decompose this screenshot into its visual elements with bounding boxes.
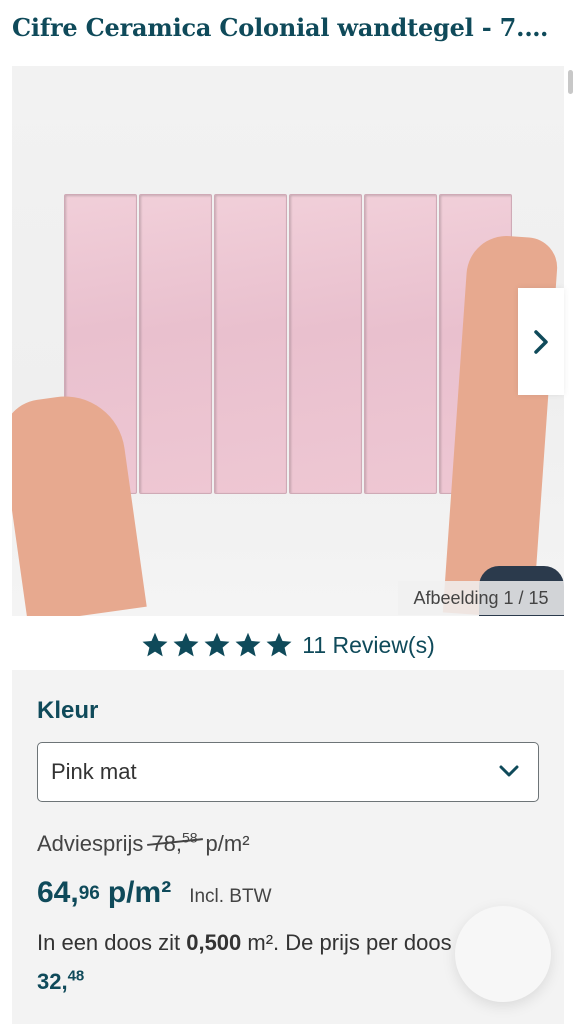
- advice-price-old: 78,58: [151, 831, 197, 857]
- price-unit: p/m²: [107, 876, 172, 909]
- price-main: 64,: [37, 876, 79, 909]
- product-image-gallery[interactable]: [12, 66, 564, 616]
- tax-note: Incl. BTW: [189, 886, 272, 907]
- box-amount: 0,500: [186, 930, 242, 955]
- advice-price-label: Adviesprijs: [37, 831, 144, 856]
- star-icon: [266, 632, 292, 657]
- star-icon: [235, 632, 261, 657]
- tile: [139, 194, 212, 494]
- box-text-prefix: In een doos zit: [37, 930, 187, 955]
- tile: [289, 194, 362, 494]
- chevron-down-icon: [499, 765, 519, 777]
- box-text-suffix: m². De prijs per doos: [241, 930, 452, 955]
- tile: [364, 194, 437, 494]
- star-icon: [142, 632, 168, 657]
- advice-price-unit: p/m²: [205, 831, 250, 856]
- advice-price-main: 78,: [151, 831, 182, 856]
- image-counter-label: Afbeelding: [413, 587, 499, 608]
- color-select[interactable]: Pink mat: [37, 742, 539, 802]
- reviews-link[interactable]: 11 Review(s): [302, 632, 435, 659]
- star-icon: [204, 632, 230, 657]
- chevron-right-icon: [534, 329, 548, 354]
- box-price: 32,48: [37, 969, 84, 995]
- image-counter: Afbeelding 1 / 15: [398, 581, 564, 615]
- box-price-cents: 48: [67, 967, 85, 985]
- rating-bar[interactable]: 11 Review(s): [0, 628, 576, 662]
- star-rating: [141, 631, 293, 659]
- color-label: Kleur: [37, 697, 99, 724]
- star-icon: [173, 632, 199, 657]
- image-counter-value: 1 / 15: [503, 587, 549, 608]
- product-title: Cifre Ceramica Colonial wandtegel - 7.5x…: [12, 13, 564, 42]
- gallery-next-button[interactable]: [518, 288, 564, 395]
- chat-button[interactable]: [455, 906, 551, 1002]
- tile: [214, 194, 287, 494]
- box-info: In een doos zit 0,500 m². De prijs per d…: [37, 930, 452, 956]
- current-price: 64, 96 p/m² Incl. BTW: [37, 876, 272, 909]
- scrollbar[interactable]: [568, 70, 573, 94]
- product-image: [64, 194, 514, 494]
- color-select-value: Pink mat: [51, 759, 137, 784]
- advice-price-cents: 58: [181, 829, 198, 846]
- advice-price: Adviesprijs 78,58 p/m²: [37, 831, 250, 857]
- box-price-main: 32,: [37, 969, 68, 994]
